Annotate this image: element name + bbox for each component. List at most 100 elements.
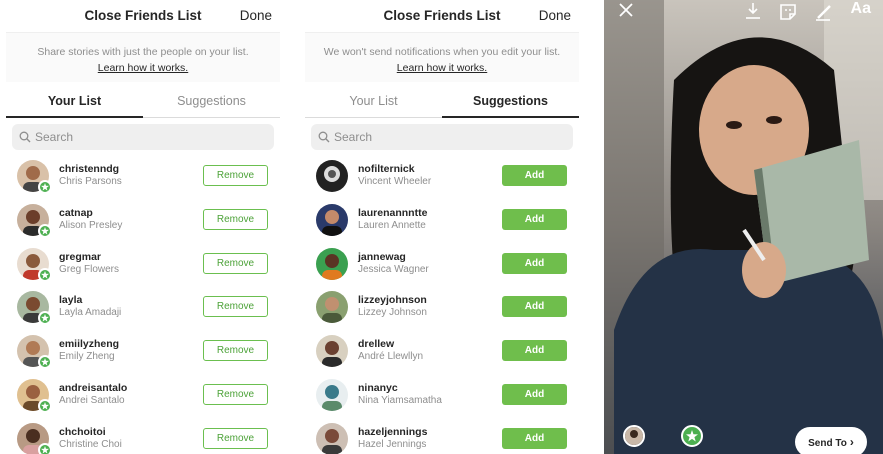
username: layla xyxy=(59,294,83,307)
close-friends-your-list-screen: Close Friends List Done Share stories wi… xyxy=(6,0,280,454)
list-item: hazeljennings Hazel Jennings Add xyxy=(305,417,579,454)
close-friends-star-icon[interactable] xyxy=(681,425,703,447)
avatar[interactable] xyxy=(316,203,348,236)
search-input[interactable]: Search xyxy=(12,124,274,150)
username: laurenannntte xyxy=(358,206,428,219)
friends-list: christenndg Chris Parsons Remove catnap … xyxy=(6,154,280,454)
avatar[interactable] xyxy=(316,247,348,280)
list-item: emiilyzheng Emily Zheng Remove xyxy=(6,329,280,373)
draw-icon[interactable] xyxy=(814,2,834,22)
sticker-icon[interactable] xyxy=(778,2,798,22)
close-friend-star-badge xyxy=(38,355,52,370)
close-friend-star-badge xyxy=(38,223,52,238)
story-editor-screen: Aa Send To › xyxy=(604,0,883,454)
search-icon xyxy=(318,131,330,143)
done-button[interactable]: Done xyxy=(539,8,571,23)
remove-button[interactable]: Remove xyxy=(203,427,268,449)
remove-button[interactable]: Remove xyxy=(203,383,268,405)
full-name: Emily Zheng xyxy=(59,351,115,363)
list-item: catnap Alison Presley Remove xyxy=(6,198,280,242)
avatar[interactable] xyxy=(316,378,348,411)
story-photo xyxy=(604,0,883,454)
list-item: laurenannntte Lauren Annette Add xyxy=(305,198,579,242)
close-icon[interactable] xyxy=(618,2,634,18)
username: nofilternick xyxy=(358,163,415,175)
list-item: layla Layla Amadaji Remove xyxy=(6,285,280,329)
username: chchoitoi xyxy=(59,425,106,438)
remove-button[interactable]: Remove xyxy=(203,252,268,274)
list-item: chchoitoi Christine Choi Remove xyxy=(6,417,280,454)
add-button[interactable]: Add xyxy=(502,165,567,186)
remove-button[interactable]: Remove xyxy=(203,208,268,230)
full-name: Layla Amadaji xyxy=(59,307,122,319)
list-item: ninanyc Nina Yiamsamatha Add xyxy=(305,373,579,417)
remove-button[interactable]: Remove xyxy=(203,165,268,186)
your-story-avatar[interactable] xyxy=(623,425,645,447)
full-name: Chris Parsons xyxy=(59,176,122,187)
learn-more-link[interactable]: Learn how it works. xyxy=(98,62,188,74)
send-to-button[interactable]: Send To › xyxy=(795,427,867,454)
learn-more-link[interactable]: Learn how it works. xyxy=(397,62,487,74)
full-name: Jessica Wagner xyxy=(358,263,429,275)
description-banner: We won't send notifications when you edi… xyxy=(305,32,579,82)
full-name: Andrei Santalo xyxy=(59,394,125,406)
download-icon[interactable] xyxy=(744,2,762,20)
search-placeholder: Search xyxy=(334,130,373,144)
done-button[interactable]: Done xyxy=(240,8,272,23)
avatar[interactable] xyxy=(316,335,348,368)
tab-your-list[interactable]: Your List xyxy=(6,82,143,118)
tab-suggestions[interactable]: Suggestions xyxy=(143,82,280,117)
search-input[interactable]: Search xyxy=(311,124,573,150)
list-item: nofilternick Vincent Wheeler Add xyxy=(305,154,579,198)
tab-suggestions[interactable]: Suggestions xyxy=(442,82,579,118)
remove-button[interactable]: Remove xyxy=(203,340,268,362)
full-name: André Llewllyn xyxy=(358,351,424,363)
username: drellew xyxy=(358,338,395,351)
username: catnap xyxy=(59,206,93,219)
full-name: Hazel Jennings xyxy=(358,438,427,450)
send-to-label: Send To xyxy=(808,438,847,449)
avatar[interactable] xyxy=(316,422,348,454)
list-item: lizzeyjohnson Lizzey Johnson Add xyxy=(305,285,579,329)
username: gregmar xyxy=(59,250,102,263)
add-button[interactable]: Add xyxy=(502,383,567,405)
add-button[interactable]: Add xyxy=(502,252,567,274)
close-friend-star-badge xyxy=(38,180,52,194)
remove-button[interactable]: Remove xyxy=(203,296,268,318)
full-name: Nina Yiamsamatha xyxy=(358,394,442,406)
full-name: Alison Presley xyxy=(59,219,123,231)
suggestions-list: nofilternick Vincent Wheeler Add laurena… xyxy=(305,154,579,454)
list-item: gregmar Greg Flowers Remove xyxy=(6,242,280,286)
full-name: Lizzey Johnson xyxy=(358,307,427,319)
tab-your-list[interactable]: Your List xyxy=(305,82,442,117)
username: hazeljennings xyxy=(358,425,428,438)
list-item: jannewag Jessica Wagner Add xyxy=(305,242,579,286)
list-item: drellew André Llewllyn Add xyxy=(305,329,579,373)
text-tool-button[interactable]: Aa xyxy=(851,0,871,18)
full-name: Greg Flowers xyxy=(59,263,120,275)
full-name: Lauren Annette xyxy=(358,219,426,231)
header: Close Friends List Done xyxy=(6,0,280,32)
close-friend-star-badge xyxy=(38,398,52,413)
close-friend-star-badge xyxy=(38,311,52,326)
username: ninanyc xyxy=(358,381,398,394)
add-button[interactable]: Add xyxy=(502,208,567,230)
add-button[interactable]: Add xyxy=(502,427,567,449)
search-placeholder: Search xyxy=(35,130,74,144)
username: jannewag xyxy=(358,250,406,263)
close-friends-suggestions-screen: Close Friends List Done We won't send no… xyxy=(305,0,579,454)
chevron-right-icon: › xyxy=(849,435,854,449)
description-text: Share stories with just the people on yo… xyxy=(37,46,249,58)
avatar[interactable] xyxy=(316,291,348,324)
list-item: andreisantalo Andrei Santalo Remove xyxy=(6,373,280,417)
header: Close Friends List Done xyxy=(305,0,579,32)
username: lizzeyjohnson xyxy=(358,294,427,307)
avatar[interactable] xyxy=(316,160,348,192)
username: christenndg xyxy=(59,163,120,175)
search-icon xyxy=(19,131,31,143)
description-text: We won't send notifications when you edi… xyxy=(323,46,561,58)
list-item: christenndg Chris Parsons Remove xyxy=(6,154,280,198)
add-button[interactable]: Add xyxy=(502,340,567,362)
tab-bar: Your List Suggestions xyxy=(305,82,579,118)
add-button[interactable]: Add xyxy=(502,296,567,318)
